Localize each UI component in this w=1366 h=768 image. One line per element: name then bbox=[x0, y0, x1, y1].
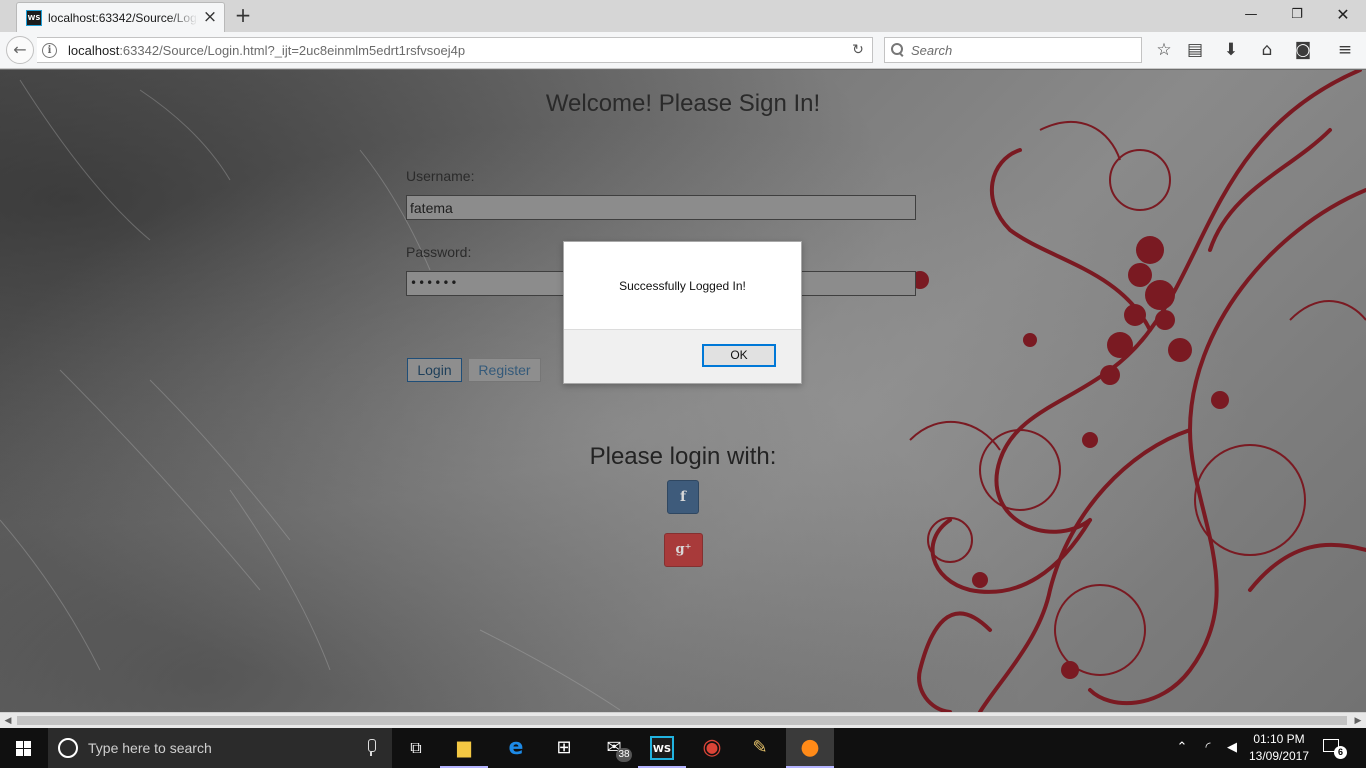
info-icon[interactable]: i bbox=[42, 43, 57, 58]
volume-icon[interactable]: ◀ bbox=[1222, 738, 1242, 758]
username-label: Username: bbox=[406, 168, 475, 184]
mail-badge: 38 bbox=[616, 748, 632, 762]
chevron-up-icon[interactable]: ⌃ bbox=[1172, 738, 1192, 758]
file-explorer-icon[interactable]: ▆ bbox=[440, 728, 488, 768]
action-center-icon[interactable]: 6 bbox=[1320, 736, 1347, 760]
url-path: :63342/Source/Login.html?_ijt=2uc8einmlm… bbox=[119, 43, 466, 58]
social-login-heading: Please login with: bbox=[589, 443, 777, 470]
new-tab-plus-icon[interactable]: + bbox=[232, 4, 254, 26]
ok-button[interactable]: OK bbox=[702, 344, 776, 367]
alert-dialog: Successfully Logged In! OK bbox=[563, 241, 802, 384]
facebook-login-button[interactable]: f bbox=[667, 480, 699, 514]
facebook-icon: f bbox=[679, 489, 687, 505]
browser-tab[interactable]: WS localhost:63342/Source/Login.html × bbox=[16, 2, 225, 32]
windows-start-icon[interactable] bbox=[0, 728, 48, 768]
red-floral-decoration bbox=[909, 70, 1366, 712]
home-icon[interactable]: ⌂ bbox=[1256, 39, 1278, 61]
scrollbar-thumb[interactable] bbox=[17, 716, 1347, 725]
menu-icon[interactable]: ≡ bbox=[1334, 39, 1356, 61]
task-view-icon[interactable]: ⧉ bbox=[392, 728, 440, 768]
windows-taskbar: Type here to search ⧉ ▆ e ⊞ ✉ 38 WS ◉ ✎ … bbox=[0, 728, 1366, 768]
minimize-window-icon[interactable]: — bbox=[1228, 0, 1274, 30]
notification-count: 6 bbox=[1334, 746, 1347, 759]
password-label: Password: bbox=[406, 244, 472, 260]
username-field[interactable]: fatema bbox=[406, 195, 916, 220]
download-icon[interactable]: ⬇ bbox=[1220, 39, 1242, 61]
alert-message: Successfully Logged In! bbox=[619, 279, 746, 293]
scroll-right-arrow-icon[interactable]: ▶ bbox=[1350, 715, 1366, 727]
page-title: Welcome! Please Sign In! bbox=[545, 90, 821, 117]
taskbar-search-box[interactable]: Type here to search bbox=[48, 728, 392, 768]
clock-date: 13/09/2017 bbox=[1248, 749, 1310, 763]
chrome-icon[interactable]: ◉ bbox=[688, 728, 736, 768]
wifi-icon[interactable]: ◜ bbox=[1198, 738, 1218, 758]
bookmark-star-icon[interactable]: ☆ bbox=[1153, 39, 1175, 61]
url-host: localhost bbox=[68, 43, 120, 58]
paint-icon[interactable]: ✎ bbox=[736, 728, 784, 768]
microphone-icon[interactable] bbox=[366, 739, 376, 757]
search-placeholder: Search bbox=[911, 43, 953, 58]
store-icon[interactable]: ⊞ bbox=[540, 728, 588, 768]
close-window-icon[interactable]: ✕ bbox=[1320, 0, 1366, 30]
register-button[interactable]: Register bbox=[468, 358, 541, 382]
google-plus-login-button[interactable]: g⁺ bbox=[664, 533, 703, 567]
pocket-icon[interactable]: ◙ bbox=[1292, 39, 1314, 61]
reload-icon[interactable]: ↻ bbox=[849, 41, 867, 59]
webstorm-icon[interactable]: WS bbox=[638, 728, 686, 768]
webstorm-favicon-icon: WS bbox=[26, 10, 42, 26]
tab-close-icon[interactable]: × bbox=[201, 8, 219, 26]
horizontal-scrollbar[interactable]: ◀ ▶ bbox=[0, 712, 1366, 728]
restore-window-icon[interactable]: ❐ bbox=[1274, 0, 1320, 30]
tab-title: localhost:63342/Source/Login.html bbox=[48, 11, 198, 25]
page-content: Welcome! Please Sign In! Username: fatem… bbox=[0, 70, 1366, 712]
firefox-icon[interactable]: ● bbox=[786, 728, 834, 768]
address-bar[interactable]: i localhost:63342/Source/Login.html?_ijt… bbox=[37, 37, 873, 63]
edge-icon[interactable]: e bbox=[492, 728, 540, 768]
navigation-toolbar: ← i localhost:63342/Source/Login.html?_i… bbox=[0, 32, 1366, 69]
cortana-circle-icon bbox=[58, 738, 78, 758]
tab-strip: WS localhost:63342/Source/Login.html × +… bbox=[0, 0, 1366, 32]
clock[interactable]: 01:10 PM 13/09/2017 bbox=[1244, 731, 1314, 765]
google-plus-icon: g⁺ bbox=[675, 542, 692, 557]
alert-footer: OK bbox=[564, 329, 801, 383]
clock-time: 01:10 PM bbox=[1253, 732, 1305, 746]
search-bar[interactable]: Search bbox=[884, 37, 1142, 63]
mail-icon[interactable]: ✉ 38 bbox=[590, 728, 638, 768]
url-text[interactable]: localhost:63342/Source/Login.html?_ijt=2… bbox=[68, 43, 465, 58]
back-arrow-icon[interactable]: ← bbox=[6, 36, 34, 64]
login-button[interactable]: Login bbox=[407, 358, 462, 382]
taskbar-search-placeholder: Type here to search bbox=[88, 740, 212, 756]
search-icon bbox=[891, 43, 904, 56]
reading-list-icon[interactable]: ▤ bbox=[1184, 39, 1206, 61]
scroll-left-arrow-icon[interactable]: ◀ bbox=[0, 715, 16, 727]
